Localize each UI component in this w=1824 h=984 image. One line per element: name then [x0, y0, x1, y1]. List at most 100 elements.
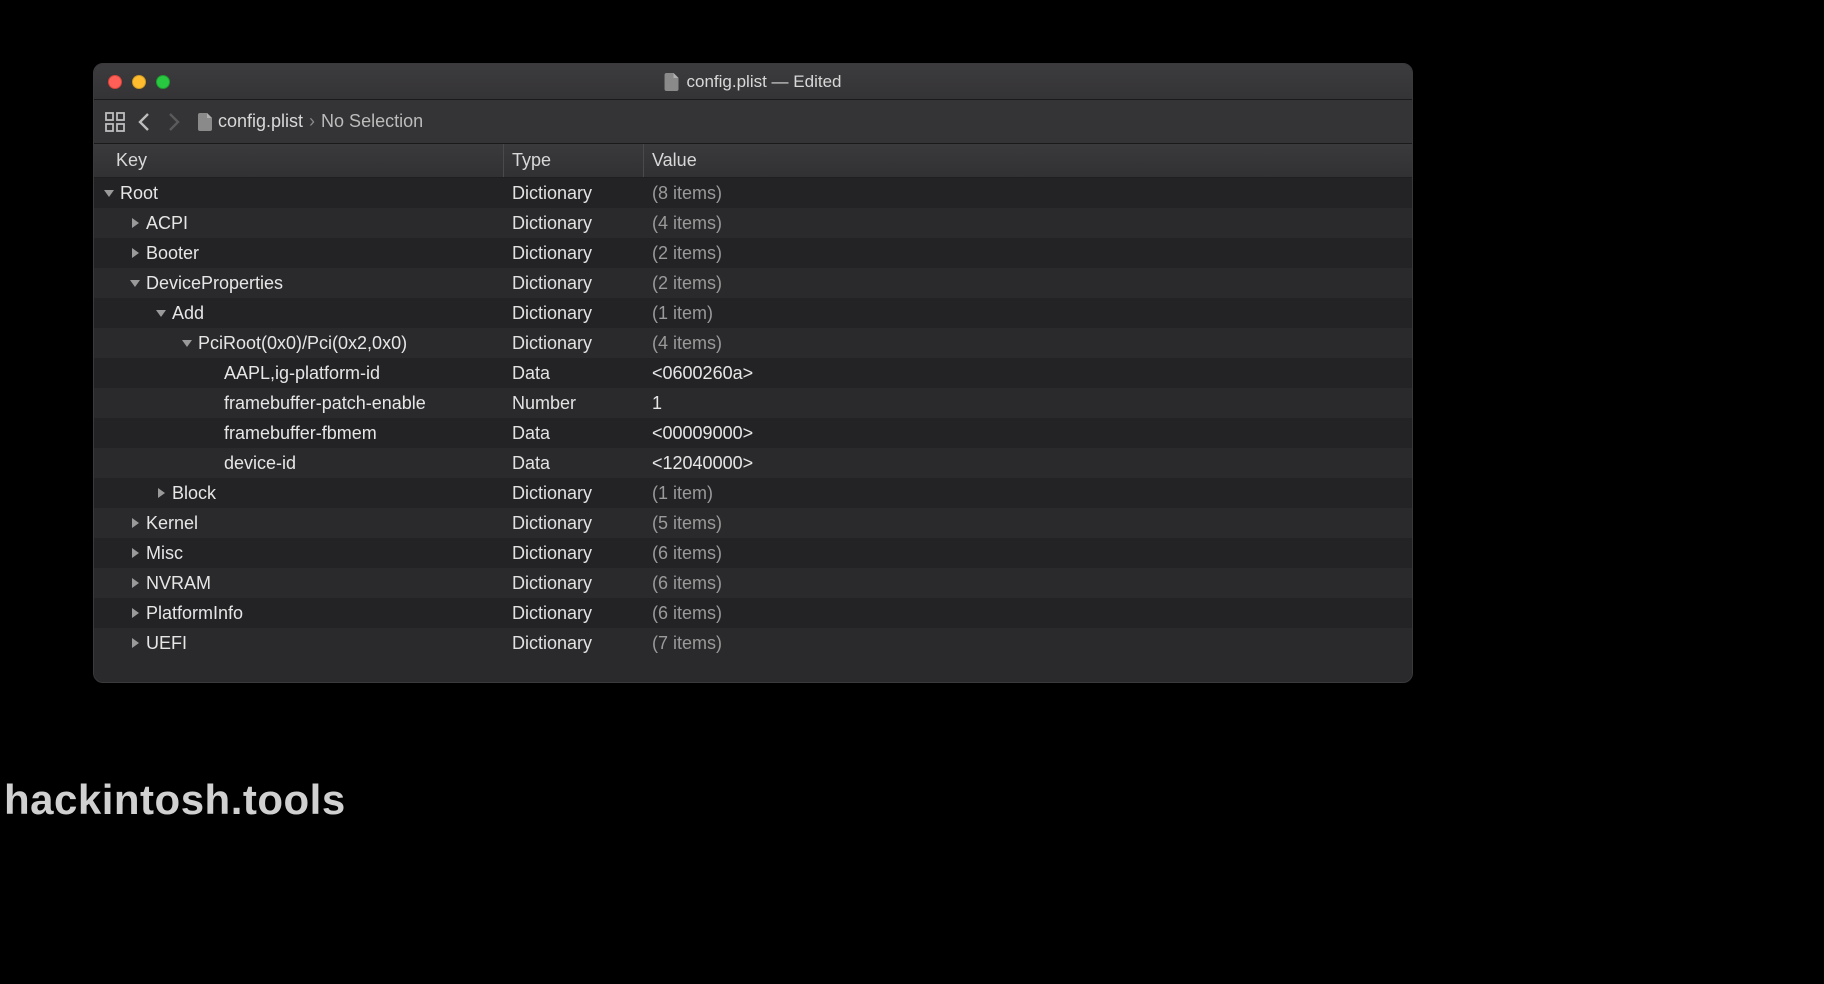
row-type[interactable]: Dictionary: [504, 213, 644, 234]
watermark-text: hackintosh.tools: [4, 776, 346, 824]
breadcrumb-file[interactable]: config.plist: [218, 111, 303, 132]
toolbar: config.plist › No Selection: [94, 100, 1412, 144]
close-button[interactable]: [108, 75, 122, 89]
row-key[interactable]: AAPL,ig-platform-id: [224, 363, 380, 384]
row-value[interactable]: (7 items): [644, 633, 1412, 654]
table-row[interactable]: PciRoot(0x0)/Pci(0x2,0x0) Dictionary(4 it…: [94, 328, 1412, 358]
row-type[interactable]: Data: [504, 423, 644, 444]
row-value[interactable]: (4 items): [644, 213, 1412, 234]
chevron-right-icon[interactable]: [128, 546, 142, 560]
row-value[interactable]: <12040000>: [644, 453, 1412, 474]
table-body: RootDictionary(8 items)ACPIDictionary(4 …: [94, 178, 1412, 658]
window-title: config.plist — Edited: [665, 72, 842, 92]
disclosure-spacer: [206, 396, 220, 410]
row-value[interactable]: (2 items): [644, 243, 1412, 264]
breadcrumb[interactable]: config.plist › No Selection: [198, 111, 423, 132]
row-value[interactable]: (1 item): [644, 303, 1412, 324]
table-row[interactable]: AAPL,ig-platform-id Data<0600260a>: [94, 358, 1412, 388]
disclosure-spacer: [206, 366, 220, 380]
chevron-right-icon[interactable]: [128, 606, 142, 620]
chevron-right-icon[interactable]: [128, 216, 142, 230]
row-type[interactable]: Dictionary: [504, 273, 644, 294]
document-icon: [665, 73, 679, 91]
row-value[interactable]: (5 items): [644, 513, 1412, 534]
row-key[interactable]: Add: [172, 303, 204, 324]
chevron-right-icon[interactable]: [128, 246, 142, 260]
table-row[interactable]: framebuffer-fbmem Data<00009000>: [94, 418, 1412, 448]
row-type[interactable]: Data: [504, 453, 644, 474]
row-value[interactable]: <00009000>: [644, 423, 1412, 444]
row-key[interactable]: Misc: [146, 543, 183, 564]
column-header-value[interactable]: Value: [644, 144, 1412, 177]
row-value[interactable]: (6 items): [644, 603, 1412, 624]
chevron-down-icon[interactable]: [128, 276, 142, 290]
row-key[interactable]: Booter: [146, 243, 199, 264]
row-type[interactable]: Dictionary: [504, 633, 644, 654]
row-key[interactable]: Root: [120, 183, 158, 204]
row-type[interactable]: Dictionary: [504, 183, 644, 204]
grid-icon[interactable]: [104, 111, 126, 133]
row-type[interactable]: Dictionary: [504, 243, 644, 264]
row-type[interactable]: Dictionary: [504, 303, 644, 324]
table-row[interactable]: Add Dictionary(1 item): [94, 298, 1412, 328]
row-key[interactable]: PciRoot(0x0)/Pci(0x2,0x0): [198, 333, 407, 354]
table-row[interactable]: Kernel Dictionary(5 items): [94, 508, 1412, 538]
row-value[interactable]: 1: [644, 393, 1412, 414]
table-row[interactable]: NVRAM Dictionary(6 items): [94, 568, 1412, 598]
table-row[interactable]: UEFI Dictionary(7 items): [94, 628, 1412, 658]
table-row[interactable]: device-id Data<12040000>: [94, 448, 1412, 478]
row-type[interactable]: Number: [504, 393, 644, 414]
row-key[interactable]: PlatformInfo: [146, 603, 243, 624]
titlebar[interactable]: config.plist — Edited: [94, 64, 1412, 100]
row-key[interactable]: framebuffer-patch-enable: [224, 393, 426, 414]
row-type[interactable]: Dictionary: [504, 573, 644, 594]
row-key[interactable]: device-id: [224, 453, 296, 474]
row-value[interactable]: (6 items): [644, 573, 1412, 594]
chevron-right-icon[interactable]: [128, 636, 142, 650]
row-value[interactable]: (6 items): [644, 543, 1412, 564]
table-row[interactable]: PlatformInfo Dictionary(6 items): [94, 598, 1412, 628]
zoom-button[interactable]: [156, 75, 170, 89]
row-type[interactable]: Dictionary: [504, 543, 644, 564]
document-icon: [198, 113, 212, 131]
chevron-right-icon: ›: [309, 111, 315, 132]
row-key[interactable]: DeviceProperties: [146, 273, 283, 294]
chevron-down-icon[interactable]: [154, 306, 168, 320]
chevron-right-icon[interactable]: [128, 576, 142, 590]
table-row[interactable]: Root Dictionary(8 items): [94, 178, 1412, 208]
row-value[interactable]: <0600260a>: [644, 363, 1412, 384]
chevron-down-icon[interactable]: [102, 186, 116, 200]
nav-back-button[interactable]: [136, 111, 154, 133]
disclosure-spacer: [206, 456, 220, 470]
row-type[interactable]: Data: [504, 363, 644, 384]
table-row[interactable]: Block Dictionary(1 item): [94, 478, 1412, 508]
table-header: Key Type Value: [94, 144, 1412, 178]
table-row[interactable]: Booter Dictionary(2 items): [94, 238, 1412, 268]
nav-forward-button: [164, 111, 182, 133]
row-type[interactable]: Dictionary: [504, 513, 644, 534]
row-type[interactable]: Dictionary: [504, 603, 644, 624]
table-row[interactable]: framebuffer-patch-enable Number1: [94, 388, 1412, 418]
column-header-key[interactable]: Key: [94, 144, 504, 177]
row-value[interactable]: (4 items): [644, 333, 1412, 354]
row-value[interactable]: (8 items): [644, 183, 1412, 204]
table-row[interactable]: ACPI Dictionary(4 items): [94, 208, 1412, 238]
row-type[interactable]: Dictionary: [504, 333, 644, 354]
row-key[interactable]: ACPI: [146, 213, 188, 234]
chevron-right-icon[interactable]: [154, 486, 168, 500]
column-header-type[interactable]: Type: [504, 144, 644, 177]
minimize-button[interactable]: [132, 75, 146, 89]
chevron-right-icon[interactable]: [128, 516, 142, 530]
row-value[interactable]: (1 item): [644, 483, 1412, 504]
row-key[interactable]: Block: [172, 483, 216, 504]
row-key[interactable]: NVRAM: [146, 573, 211, 594]
chevron-down-icon[interactable]: [180, 336, 194, 350]
row-key[interactable]: Kernel: [146, 513, 198, 534]
row-type[interactable]: Dictionary: [504, 483, 644, 504]
row-value[interactable]: (2 items): [644, 273, 1412, 294]
table-row[interactable]: Misc Dictionary(6 items): [94, 538, 1412, 568]
row-key[interactable]: framebuffer-fbmem: [224, 423, 377, 444]
table-row[interactable]: DeviceProperties Dictionary(2 items): [94, 268, 1412, 298]
breadcrumb-selection[interactable]: No Selection: [321, 111, 423, 132]
row-key[interactable]: UEFI: [146, 633, 187, 654]
